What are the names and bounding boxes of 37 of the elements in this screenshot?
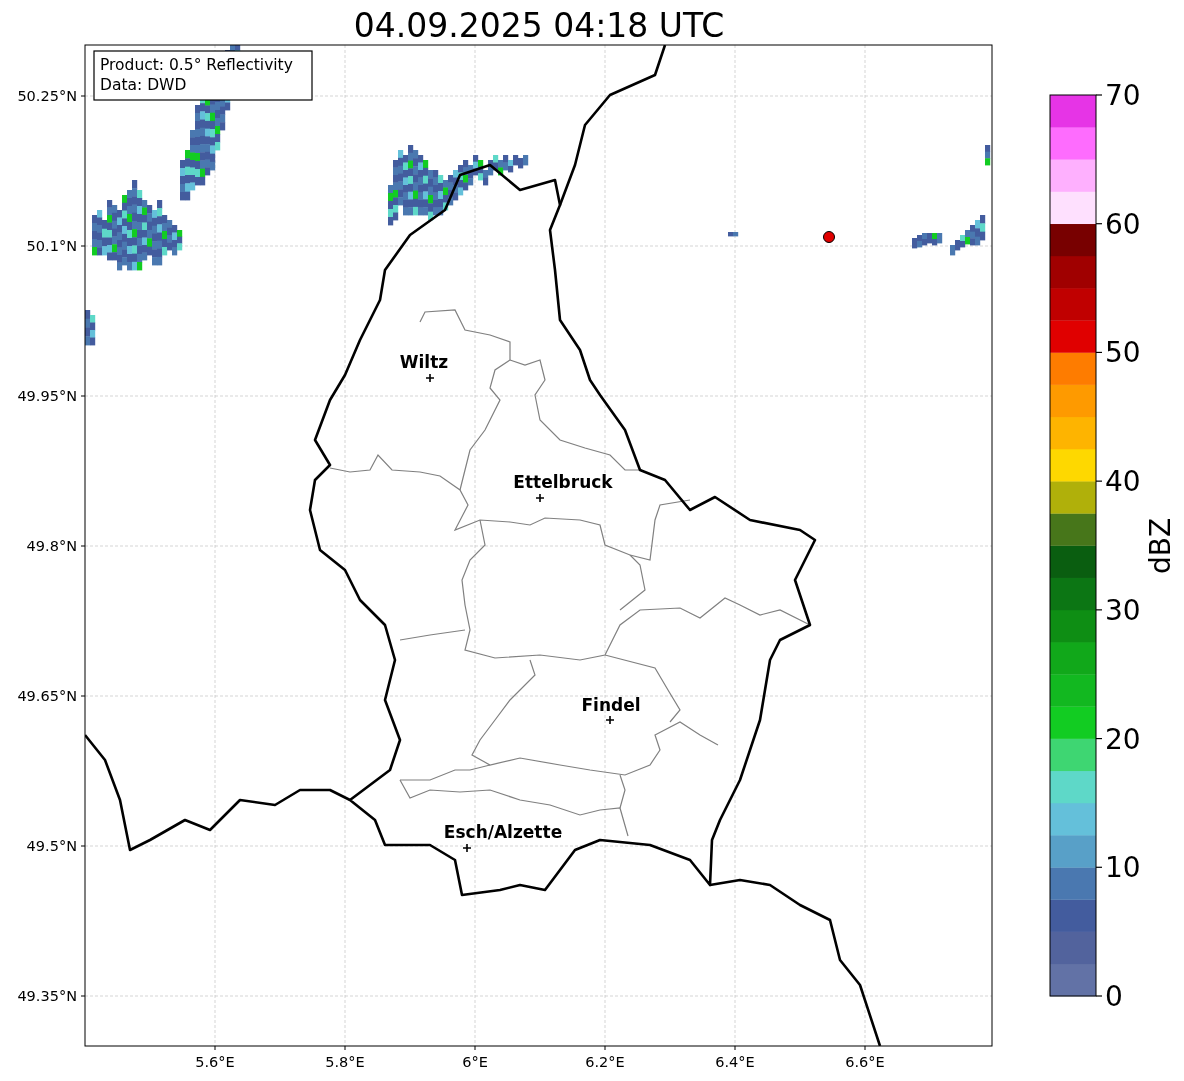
colorbar-tick-label: 60 [1105,207,1141,241]
colorbar-tick-label: 50 [1105,336,1141,370]
colorbar-tick-label: 30 [1105,593,1141,627]
radar-echo-drawing [85,310,96,346]
info-text: Product: 0.5° Reflectivity [100,56,293,74]
longitude-label: 5.6°E [195,1054,235,1070]
radar-echo-drawing [912,233,943,249]
city-label: Esch/Alzette [443,822,563,842]
colorbar-title: dBZ [1144,517,1177,575]
latitude-label: 49.8°N [26,538,77,554]
city-marker-icon [462,843,472,853]
radar-echo-drawing [728,232,739,237]
city-marker-icon [605,715,615,725]
latitude-label: 49.5°N [26,838,77,854]
colorbar-tick-label: 40 [1105,465,1141,499]
colorbar-tick-label: 10 [1105,851,1141,885]
city-marker-icon [535,493,545,503]
longitude-label: 5.8°E [325,1054,365,1070]
longitude-label: 6.4°E [715,1054,755,1070]
city-marker-icon [425,373,435,383]
longitude-label: 6.2°E [585,1054,625,1070]
colorbar-tick-label: 20 [1105,722,1141,756]
latitude-label: 49.65°N [17,688,77,704]
colorbar-tick-label: 0 [1105,980,1123,1013]
chart-title: 04.09.2025 04:18 UTC [353,6,725,45]
radar-site-marker [823,231,835,243]
colorbar-tick-label: 70 [1105,79,1141,112]
longitude-label: 6.6°E [845,1054,885,1070]
latitude-label: 49.95°N [17,388,77,404]
latitude-label: 49.35°N [17,988,77,1004]
city-label: Findel [581,695,641,715]
city-label: Wiltz [399,352,449,372]
info-text: Data: DWD [100,76,187,94]
latitude-label: 50.1°N [26,238,77,254]
latitude-label: 50.25°N [17,88,77,104]
longitude-label: 6°E [462,1054,488,1070]
city-label: Ettelbruck [513,472,613,492]
